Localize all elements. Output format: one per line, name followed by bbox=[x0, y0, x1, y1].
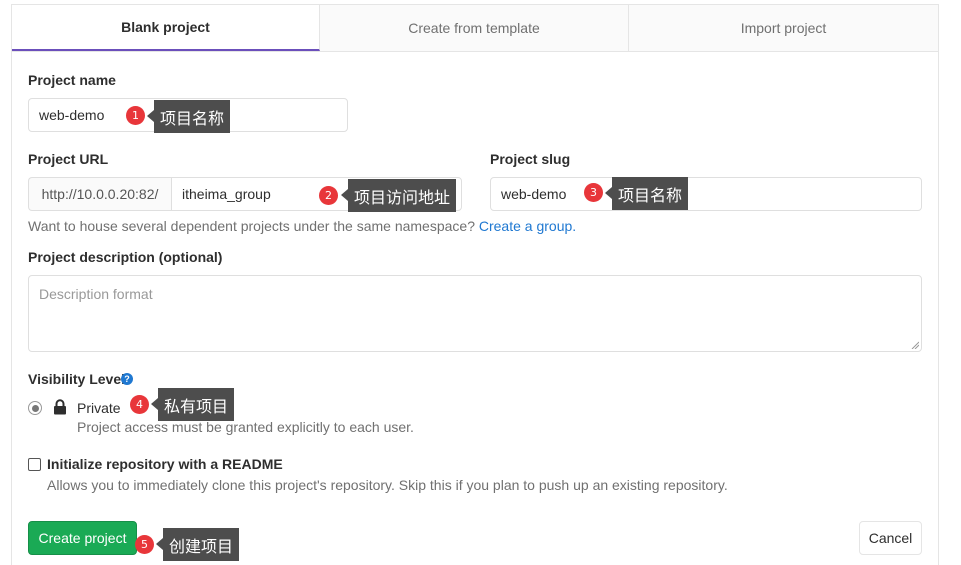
private-option-description: Project access must be granted explicitl… bbox=[77, 419, 414, 435]
private-radio[interactable] bbox=[28, 401, 42, 415]
tab-create-from-template[interactable]: Create from template bbox=[320, 5, 629, 51]
readme-checkbox[interactable] bbox=[28, 458, 41, 471]
project-name-label: Project name bbox=[28, 72, 116, 88]
project-url-prefix: http://10.0.0.20:82/ bbox=[28, 177, 171, 211]
annotation-badge-5: 5 bbox=[135, 535, 154, 554]
annotation-callout-5: 创建项目 bbox=[155, 528, 240, 561]
create-project-button[interactable]: Create project bbox=[28, 521, 137, 555]
project-tabs: Blank project Create from template Impor… bbox=[11, 4, 939, 52]
question-circle-icon[interactable]: ? bbox=[121, 373, 133, 385]
readme-description: Allows you to immediately clone this pro… bbox=[47, 477, 728, 493]
project-slug-input[interactable]: web-demo bbox=[490, 177, 922, 211]
lock-icon bbox=[54, 399, 66, 415]
description-textarea[interactable]: Description format bbox=[28, 275, 922, 352]
tab-import-project[interactable]: Import project bbox=[629, 5, 938, 51]
annotation-badge-2: 2 bbox=[319, 186, 338, 205]
namespace-help-message: Want to house several dependent projects… bbox=[28, 218, 475, 234]
resize-handle-icon[interactable] bbox=[911, 341, 919, 349]
annotation-callout-3: 项目名称 bbox=[604, 177, 689, 210]
namespace-help-text: Want to house several dependent projects… bbox=[28, 218, 576, 234]
cancel-button[interactable]: Cancel bbox=[859, 521, 922, 555]
annotation-badge-3: 3 bbox=[584, 183, 603, 202]
tab-blank-project[interactable]: Blank project bbox=[12, 5, 320, 51]
annotation-callout-1: 项目名称 bbox=[146, 100, 231, 133]
visibility-label: Visibility Level bbox=[28, 371, 126, 387]
project-slug-label: Project slug bbox=[490, 151, 571, 167]
create-group-link[interactable]: Create a group. bbox=[479, 218, 576, 234]
project-url-label: Project URL bbox=[28, 151, 109, 167]
annotation-callout-2: 项目访问地址 bbox=[340, 179, 457, 212]
description-placeholder: Description format bbox=[39, 286, 153, 302]
description-label: Project description (optional) bbox=[28, 249, 223, 265]
annotation-badge-1: 1 bbox=[126, 106, 145, 125]
annotation-callout-4: 私有项目 bbox=[150, 388, 235, 421]
annotation-badge-4: 4 bbox=[130, 395, 149, 414]
private-option-label: Private bbox=[77, 400, 121, 416]
readme-label[interactable]: Initialize repository with a README bbox=[47, 456, 283, 472]
